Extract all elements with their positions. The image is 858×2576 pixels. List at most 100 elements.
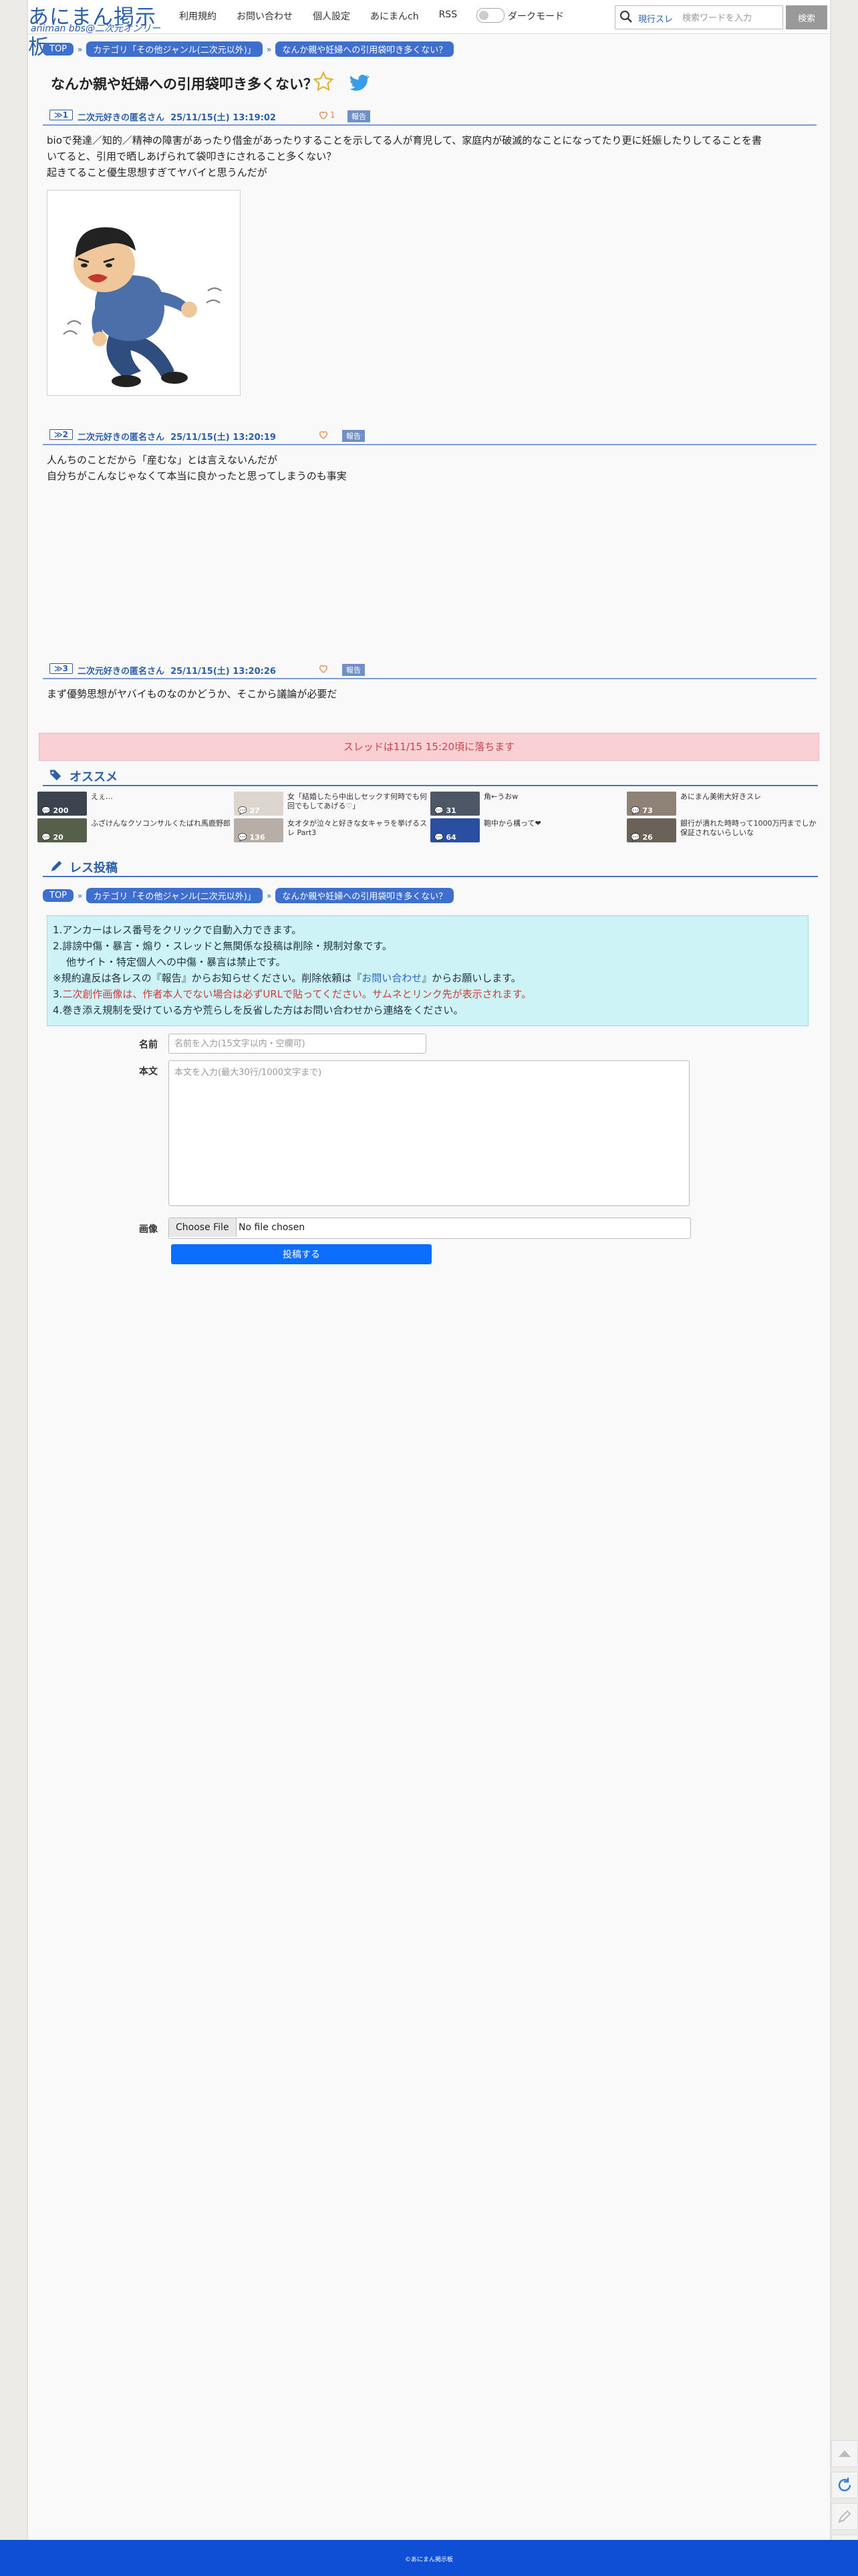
comment-count: 💬 20 [41,833,63,842]
nav-animanch[interactable]: あにまんch [370,9,419,23]
write-button[interactable] [831,2503,858,2530]
recommend-item[interactable]: 💬 73 あにまん美術大好きスレ [627,792,821,816]
post-number[interactable]: ≫3 [49,663,73,674]
rule-line: ※規約違反は各レスの『報告』からお知らせください。削除依頼は『お問い合わせ』から… [53,972,521,984]
image-label: 画像 [139,1224,158,1235]
posting-rules: 1.アンカーはレス番号をクリックで自動入力できます。 2.誹謗中傷・暴言・煽り・… [47,915,809,1026]
twitter-icon[interactable] [347,71,370,94]
recommend-item-title: 鞄中から構って❤ [484,819,541,828]
file-status: No file chosen [239,1222,305,1233]
chevron-right-icon: » [266,44,272,54]
nav-rss[interactable]: RSS [439,9,458,23]
heart-icon[interactable] [318,110,329,120]
nav-settings[interactable]: 個人設定 [313,9,350,23]
report-button[interactable]: 報告 [342,430,365,442]
post-line: bioで発達／知的／精神の障害があったり借金があったりすることを示してる人が育児… [47,134,762,146]
tag-icon [49,770,61,781]
breadcrumb-category[interactable]: カテゴリ「その他ジャンル(二次元以外)」 [86,888,263,903]
thumbnail: 💬 136 [234,818,283,842]
search-icon [620,11,632,23]
comment-count: 💬 200 [41,806,69,815]
nav-terms[interactable]: 利用規約 [179,9,217,23]
comment-count: 💬 64 [434,833,456,842]
search-input[interactable] [681,10,782,26]
post-date: 25/11/15(土) 13:20:26 [170,667,276,677]
search-box: 現行スレ [615,5,783,29]
post-header-2: ≫2 二次元好きの匿名さん 25/11/15(土) 13:20:19 報告 [43,428,817,445]
recommend-item[interactable]: 💬 64 鞄中から構って❤ [430,818,624,842]
nav-contact[interactable]: お問い合わせ [237,9,293,23]
recommend-item[interactable]: 💬 27 女「結婚したら中出しセックす何時でも何回でもしてあげる♡」 [234,792,428,816]
recommend-item[interactable]: 💬 200 えぇ… [37,792,231,816]
site-logo[interactable]: あにまん掲示板 animan bbs@二次元オンリー [28,0,168,60]
breadcrumb-category[interactable]: カテゴリ「その他ジャンル(二次元以外)」 [86,41,263,57]
comment-count: 💬 27 [238,806,260,815]
name-field[interactable] [168,1034,426,1054]
recommend-title: オススメ [69,770,118,784]
thread-expiry-notice: スレッドは11/15 15:20頃に落ちます [39,733,819,761]
arrow-up-icon [839,2450,851,2457]
recommend-item-title: 角←うおw [484,792,519,801]
heart-icon[interactable] [318,429,329,440]
breadcrumb-bottom: TOP » カテゴリ「その他ジャンル(二次元以外)」 » なんか親や妊婦への引用… [43,888,454,903]
image-file-input[interactable]: Choose File No file chosen [168,1217,691,1239]
rule-line: 4.巻き添え規制を受けている方や荒らしを反省した方はお問い合わせから連絡をくださ… [53,1004,464,1016]
breadcrumb-top[interactable]: TOP [43,889,74,902]
recommend-item[interactable]: 💬 31 角←うおw [430,792,624,816]
thumbnail: 💬 200 [37,792,87,816]
post-image[interactable] [47,190,241,396]
search-scope[interactable]: 現行スレ [638,12,673,25]
recommend-item[interactable]: 💬 26 銀行が潰れた時時って1000万円までしか保証されないらしいな [627,818,821,842]
post-meta: 二次元好きの匿名さん 25/11/15(土) 13:20:19 [78,430,276,443]
comment-count: 💬 136 [238,833,265,842]
heart-icon[interactable] [318,663,329,674]
thumbnail: 💬 73 [627,792,676,816]
reply-header: レス投稿 [43,856,818,877]
page-title: なんか親や妊婦への引用袋叩き多くない？ [51,76,317,92]
angry-man-illustration [63,227,222,387]
rule-line: 3.二次創作画像は、作者本人でない場合は必ずURLで貼ってください。サムネとリン… [53,988,532,1000]
reload-icon [838,2478,851,2492]
chevron-right-icon: » [266,891,272,901]
post-author: 二次元好きの匿名さん [78,113,165,123]
thumbnail: 💬 64 [430,818,480,842]
recommend-item[interactable]: 💬 20 ふざけんなクソコンサルくたばれ馬鹿野郎 [37,818,231,842]
page-container: あにまん掲示板 animan bbs@二次元オンリー 利用規約 お問い合わせ 個… [28,0,830,2576]
breadcrumb-thread[interactable]: なんか親や妊婦への引用袋叩き多くない？ [275,41,454,57]
reload-button[interactable] [831,2472,858,2498]
site-header: あにまん掲示板 animan bbs@二次元オンリー 利用規約 お問い合わせ 個… [28,0,830,60]
choose-file-button[interactable]: Choose File [169,1218,237,1237]
breadcrumb-thread[interactable]: なんか親や妊婦への引用袋叩き多くない？ [275,888,454,903]
dark-mode-label: ダークモード [508,11,564,22]
recommend-item[interactable]: 💬 136 女オタが泣々と好きな女キャラを挙げるスレ Part3 [234,818,428,842]
dark-mode-toggle[interactable] [476,8,505,23]
report-button[interactable]: 報告 [347,110,370,122]
contact-link[interactable]: お問い合わせ [362,972,422,984]
body-textarea[interactable] [168,1060,690,1206]
comment-count: 💬 73 [631,806,653,815]
thumbnail: 💬 20 [37,818,87,842]
recommend-item-title: 女オタが泣々と好きな女キャラを挙げるスレ Part3 [287,819,427,837]
star-icon[interactable] [313,71,334,92]
post-body-1: bioで発達／知的／精神の障害があったり借金があったりすることを示してる人が育児… [47,132,815,181]
post-line: 自分ちがこんなじゃなくて本当に良かったと思ってしまうのも事実 [47,470,347,482]
site-footer: ©あにまん掲示板 [0,2540,858,2576]
scroll-top-button[interactable] [831,2440,858,2467]
report-button[interactable]: 報告 [342,664,365,676]
post-number[interactable]: ≫1 [49,110,73,120]
post-line: まず優勢思想がヤバイものなのかどうか、そこから議論が必要だ [47,688,337,700]
rule-line: 1.アンカーはレス番号をクリックで自動入力できます。 [53,924,302,936]
thumbnail: 💬 26 [627,818,676,842]
post-number[interactable]: ≫2 [49,429,73,440]
post-body-3: まず優勢思想がヤバイものなのかどうか、そこから議論が必要だ [47,686,815,702]
breadcrumb-top[interactable]: TOP [43,43,74,55]
body-label: 本文 [139,1066,158,1077]
thumbnail: 💬 27 [234,792,283,816]
submit-button[interactable]: 投稿する [171,1244,432,1264]
rule-line: 他サイト・特定個人への中傷・暴言は禁止です。 [66,956,286,968]
rule-line: 2.誹謗中傷・暴言・煽り・スレッドと無関係な投稿は削除・規制対象です。 [53,940,392,952]
post-line: 起きてること優生思想すぎてヤバイと思うんだが [47,166,267,179]
search-button[interactable]: 検索 [786,5,827,29]
main-nav: 利用規約 お問い合わせ 個人設定 あにまんch RSS [179,9,457,23]
post-meta: 二次元好きの匿名さん 25/11/15(土) 13:20:26 [78,664,276,677]
